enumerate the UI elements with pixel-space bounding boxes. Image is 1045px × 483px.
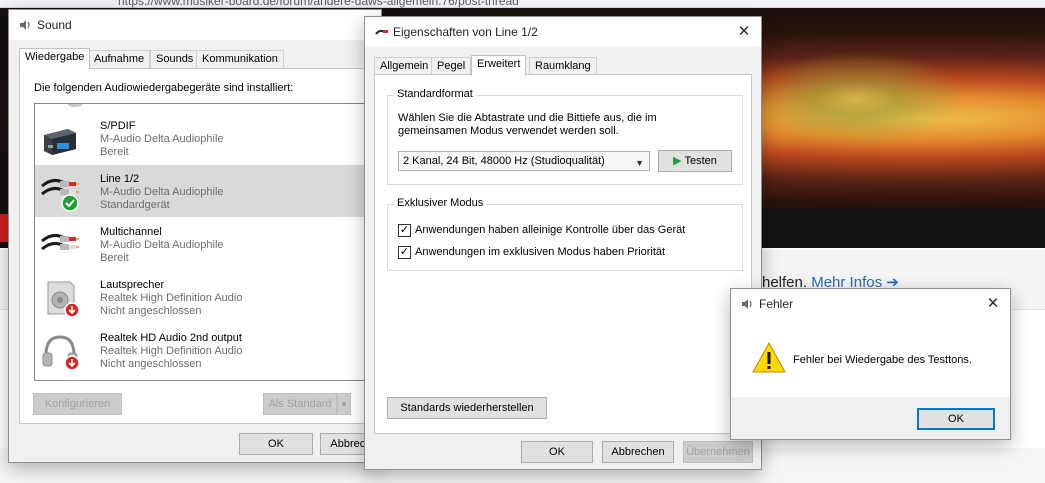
- configure-button[interactable]: Konfigurieren: [33, 393, 122, 415]
- properties-titlebar[interactable]: Eigenschaften von Line 1/2 ✕: [365, 17, 761, 47]
- format-select-value: 2 Kanal, 24 Bit, 48000 Hz (Studioqualitä…: [403, 155, 605, 167]
- tab-aufnahme[interactable]: Aufnahme: [88, 50, 151, 68]
- device-item-realtek-2nd-output[interactable]: Realtek HD Audio 2nd output Realtek High…: [35, 324, 373, 376]
- playback-device-list[interactable]: S/PDIF M-Audio Delta Audiophile Bereit L…: [34, 103, 374, 381]
- device-status: Nicht angeschlossen: [100, 358, 202, 370]
- exclusive-mode-group: Exklusiver Modus ✓ Anwendungen haben all…: [387, 197, 743, 271]
- speaker-disconnected-icon: [47, 281, 80, 318]
- speaker-icon: [20, 20, 30, 30]
- properties-apply-button[interactable]: Übernehmen: [683, 441, 753, 463]
- sound-ok-button[interactable]: OK: [239, 433, 313, 455]
- set-default-button[interactable]: Als Standard: [263, 393, 337, 415]
- device-item-multichannel[interactable]: Multichannel M-Audio Delta Audiophile Be…: [35, 218, 373, 270]
- browser-url[interactable]: https://www.musiker-board.de/forum/ander…: [118, 0, 519, 8]
- properties-ok-button[interactable]: OK: [521, 441, 593, 463]
- device-name: Multichannel: [100, 226, 162, 238]
- error-ok-button[interactable]: OK: [917, 408, 995, 430]
- default-format-desc-line1: Wählen Sie die Abtastrate und die Bittie…: [398, 112, 657, 124]
- error-body: Fehler bei Wiedergabe des Testtons.: [731, 319, 1010, 397]
- default-format-group: Standardformat Wählen Sie die Abtastrate…: [387, 88, 743, 185]
- device-item-spdif[interactable]: S/PDIF M-Audio Delta Audiophile Bereit: [35, 112, 373, 164]
- device-status: Standardgerät: [100, 199, 170, 211]
- error-titlebar[interactable]: Fehler ✕: [731, 289, 1010, 319]
- device-name: S/PDIF: [100, 120, 136, 132]
- properties-window-title: Eigenschaften von Line 1/2: [393, 25, 538, 39]
- device-status: Nicht angeschlossen: [100, 305, 202, 317]
- chevron-down-icon: ▼: [340, 400, 348, 409]
- device-driver: Realtek High Definition Audio: [100, 292, 243, 304]
- close-icon[interactable]: ✕: [982, 293, 1004, 315]
- properties-window: Eigenschaften von Line 1/2 ✕ Allgemein P…: [364, 16, 762, 470]
- device-status: Bereit: [100, 252, 129, 264]
- tab-erweitert[interactable]: Erweitert: [471, 55, 527, 76]
- tab-pegel[interactable]: Pegel: [431, 57, 472, 75]
- wiedergabe-panel: Die folgenden Audiowiedergabegeräte sind…: [19, 68, 374, 424]
- tab-raumklang[interactable]: Raumklang: [529, 57, 597, 75]
- device-driver: M-Audio Delta Audiophile: [100, 133, 224, 145]
- sound-window-title: Sound: [37, 18, 72, 32]
- device-driver: Realtek High Definition Audio: [100, 345, 243, 357]
- exclusive-mode-title: Exklusiver Modus: [394, 197, 487, 209]
- browser-address-bar[interactable]: https://www.musiker-board.de/forum/ander…: [0, 0, 1045, 8]
- device-name: Line 1/2: [100, 173, 140, 185]
- exclusive-priority-label[interactable]: Anwendungen im exklusiven Modus haben Pr…: [415, 246, 665, 258]
- error-dialog: Fehler ✕ Fehler bei Wiedergabe des Testt…: [730, 288, 1011, 440]
- test-button[interactable]: ▶ Testen: [658, 150, 732, 172]
- warning-icon: [752, 341, 786, 373]
- device-name: Lautsprecher: [100, 279, 165, 291]
- restore-defaults-button[interactable]: Standards wiederherstellen: [387, 397, 547, 419]
- line-cable-small-icon: [375, 29, 388, 35]
- sound-titlebar[interactable]: Sound: [9, 10, 381, 40]
- device-status: Bereit: [100, 146, 129, 158]
- line-cable-default-icon: [41, 179, 79, 212]
- device-item-lautsprecher[interactable]: Lautsprecher Realtek High Definition Aud…: [35, 271, 373, 323]
- default-format-desc-line2: gemeinsamen Modus verwendet werden soll.: [398, 125, 619, 137]
- properties-cancel-button[interactable]: Abbrechen: [602, 441, 674, 463]
- spdif-device-icon: [44, 129, 76, 155]
- tab-wiedergabe[interactable]: Wiedergabe: [19, 48, 91, 69]
- test-button-label: Testen: [684, 155, 717, 167]
- device-driver: M-Audio Delta Audiophile: [100, 186, 224, 198]
- line-cable-icon: [41, 234, 79, 251]
- partial-device-icon: [67, 104, 83, 107]
- set-default-dropdown[interactable]: ▼: [337, 393, 351, 415]
- error-message: Fehler bei Wiedergabe des Testtons.: [793, 354, 972, 366]
- exclusive-control-checkbox[interactable]: ✓: [398, 224, 411, 237]
- play-icon: ▶: [673, 155, 682, 167]
- erweitert-panel: Standardformat Wählen Sie die Abtastrate…: [374, 74, 752, 434]
- tab-sounds[interactable]: Sounds: [150, 50, 200, 68]
- tab-kommunikation[interactable]: Kommunikation: [196, 50, 284, 68]
- format-select[interactable]: 2 Kanal, 24 Bit, 48000 Hz (Studioqualitä…: [398, 151, 650, 171]
- exclusive-control-label[interactable]: Anwendungen haben alleinige Kontrolle üb…: [415, 224, 685, 236]
- error-title: Fehler: [759, 297, 794, 311]
- sound-window: Sound Wiedergabe Aufnahme Sounds Kommuni…: [8, 9, 394, 463]
- speaker-icon: [742, 299, 752, 309]
- headphones-disconnected-icon: [42, 335, 80, 371]
- tab-allgemein[interactable]: Allgemein: [374, 57, 435, 75]
- default-format-title: Standardformat: [394, 88, 476, 100]
- device-list-label: Die folgenden Audiowiedergabegeräte sind…: [34, 82, 294, 94]
- device-driver: M-Audio Delta Audiophile: [100, 239, 224, 251]
- device-item-line-1-2[interactable]: Line 1/2 M-Audio Delta Audiophile Standa…: [35, 165, 373, 217]
- close-icon[interactable]: ✕: [733, 21, 755, 43]
- exclusive-priority-checkbox[interactable]: ✓: [398, 246, 411, 259]
- chevron-down-icon: ▼: [635, 158, 644, 168]
- device-name: Realtek HD Audio 2nd output: [100, 332, 242, 344]
